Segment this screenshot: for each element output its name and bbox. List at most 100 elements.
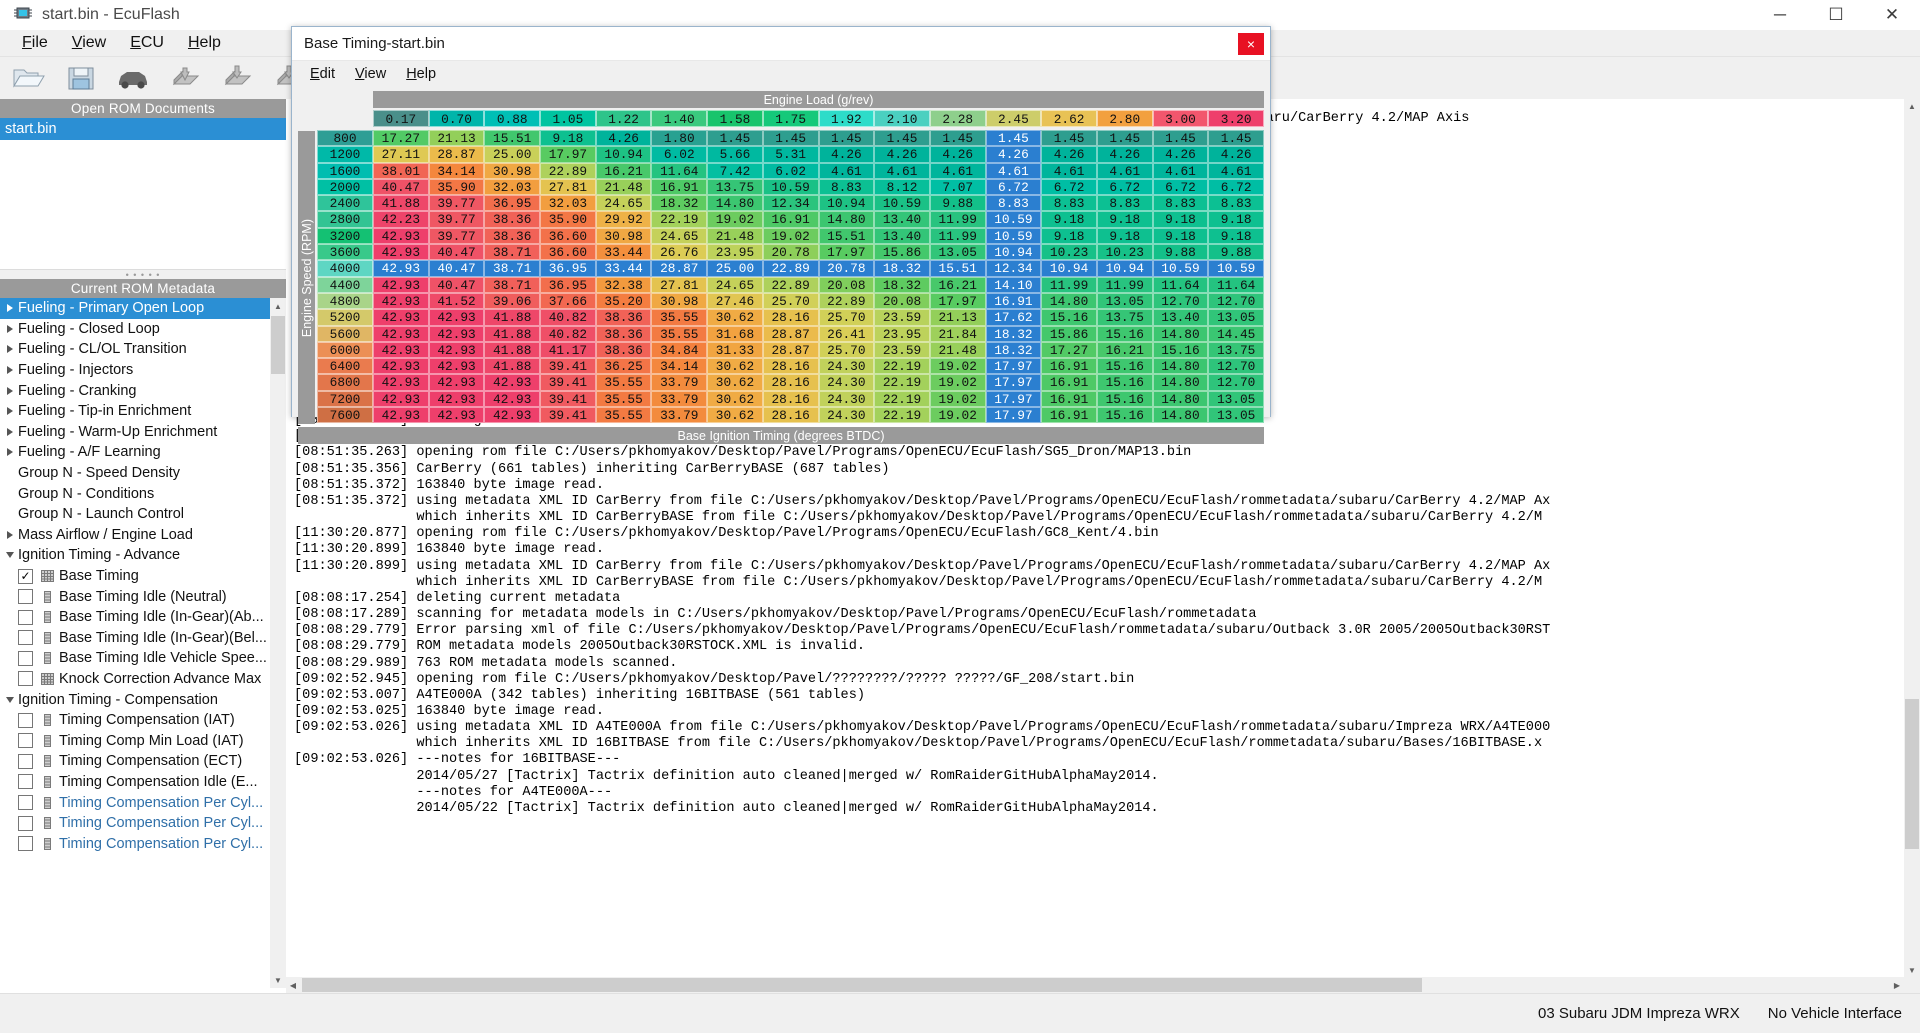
tree-item-checkbox[interactable] bbox=[18, 753, 33, 769]
table-cell[interactable]: 10.94 bbox=[985, 244, 1042, 261]
table-cell[interactable]: 13.75 bbox=[1208, 341, 1264, 359]
table-cell[interactable]: 10.94 bbox=[1096, 260, 1153, 277]
tree-item-checkbox[interactable] bbox=[18, 650, 33, 666]
x-axis-tick[interactable]: 2.28 bbox=[929, 110, 986, 127]
tree-item-checkbox[interactable] bbox=[18, 733, 33, 749]
table-row[interactable]: 4000 42.93 40.47 38.71 36.95 33.44 28.87 25.00 2… bbox=[317, 260, 1264, 277]
tree-item-checkbox[interactable] bbox=[18, 712, 33, 728]
table-cell[interactable]: 10.23 bbox=[1096, 244, 1153, 261]
table-cell[interactable]: 7.07 bbox=[929, 178, 986, 196]
table-cell[interactable]: 42.93 bbox=[373, 407, 429, 424]
table-cell[interactable]: 9.18 bbox=[1096, 227, 1153, 245]
table-cell[interactable]: 6.72 bbox=[985, 178, 1042, 196]
tree-item[interactable]: Timing Compensation (ECT) bbox=[0, 751, 270, 772]
table-cell[interactable]: 36.60 bbox=[540, 227, 596, 245]
table-cell[interactable]: 4.26 bbox=[1041, 146, 1097, 163]
chevron-right-icon[interactable] bbox=[2, 366, 18, 375]
table-cell[interactable]: 15.86 bbox=[1041, 325, 1097, 342]
table-cell[interactable]: 29.92 bbox=[595, 211, 652, 228]
table-cell[interactable]: 42.93 bbox=[373, 260, 429, 277]
table-cell[interactable]: 39.41 bbox=[540, 374, 596, 391]
table-cell[interactable]: 13.05 bbox=[1096, 292, 1153, 310]
table-cell[interactable]: 11.99 bbox=[1041, 276, 1097, 293]
table-cell[interactable]: 4.26 bbox=[1208, 146, 1264, 163]
table-cell[interactable]: 10.59 bbox=[1208, 260, 1264, 277]
table-cell[interactable]: 25.70 bbox=[818, 341, 875, 359]
table-cell[interactable]: 38.36 bbox=[595, 309, 652, 326]
table-cell[interactable]: 42.93 bbox=[373, 341, 429, 359]
log-scroll-down-icon[interactable]: ▼ bbox=[1905, 963, 1919, 977]
table-cell[interactable]: 15.16 bbox=[1096, 407, 1153, 424]
table-cell[interactable]: 35.55 bbox=[651, 309, 708, 326]
table-cell[interactable]: 40.82 bbox=[540, 325, 596, 342]
y-axis-tick[interactable]: 1200 bbox=[317, 146, 373, 163]
table-cell[interactable]: 6.02 bbox=[762, 162, 819, 179]
table-cell[interactable]: 19.02 bbox=[929, 407, 986, 424]
table-cell[interactable]: 40.47 bbox=[428, 276, 485, 293]
table-row[interactable]: 6400 42.93 42.93 41.88 39.41 36.25 34.14 30.62 2… bbox=[317, 358, 1264, 375]
table-cell[interactable]: 42.93 bbox=[428, 374, 485, 391]
table-cell[interactable]: 14.80 bbox=[1041, 292, 1097, 310]
table-cell[interactable]: 41.88 bbox=[373, 195, 429, 212]
table-cell[interactable]: 41.17 bbox=[540, 341, 596, 359]
minimize-button[interactable]: ─ bbox=[1752, 0, 1808, 30]
table-cell[interactable]: 24.30 bbox=[818, 390, 875, 408]
table-cell[interactable]: 30.98 bbox=[595, 227, 652, 245]
table-cell[interactable]: 12.34 bbox=[762, 195, 819, 212]
tree-item[interactable]: Ignition Timing - Compensation bbox=[0, 689, 270, 710]
table-cell[interactable]: 33.79 bbox=[651, 374, 708, 391]
table-cell[interactable]: 18.32 bbox=[985, 325, 1042, 342]
table-cell[interactable]: 10.23 bbox=[1041, 244, 1097, 261]
table-cell[interactable]: 28.87 bbox=[762, 325, 819, 342]
table-cell[interactable]: 13.75 bbox=[707, 178, 763, 196]
table-cell[interactable]: 25.00 bbox=[484, 146, 541, 163]
tree-item-checkbox[interactable] bbox=[18, 671, 33, 687]
table-cell[interactable]: 9.18 bbox=[1152, 227, 1209, 245]
maximize-button[interactable]: ☐ bbox=[1808, 0, 1864, 30]
x-axis-tick[interactable]: 2.62 bbox=[1041, 110, 1097, 127]
table-cell[interactable]: 11.99 bbox=[929, 227, 986, 245]
table-cell[interactable]: 38.36 bbox=[595, 325, 652, 342]
table-row[interactable]: 3200 42.93 39.77 38.36 36.60 30.98 24.65 21.48 1… bbox=[317, 227, 1264, 245]
tree-item-checkbox[interactable] bbox=[18, 630, 33, 646]
x-axis-tick[interactable]: 3.00 bbox=[1152, 110, 1209, 127]
table-cell[interactable]: 9.88 bbox=[1152, 244, 1209, 261]
table-cell[interactable]: 31.33 bbox=[707, 341, 763, 359]
table-cell[interactable]: 4.26 bbox=[874, 146, 930, 163]
tree-item[interactable]: Ignition Timing - Advance bbox=[0, 545, 270, 566]
table-cell[interactable]: 23.95 bbox=[707, 244, 763, 261]
table-cell[interactable]: 22.89 bbox=[818, 292, 875, 310]
table-cell[interactable]: 19.02 bbox=[929, 358, 986, 375]
table-cell[interactable]: 34.84 bbox=[651, 341, 708, 359]
tree-item[interactable]: Timing Compensation Per Cyl... bbox=[0, 833, 270, 854]
vehicle-icon[interactable] bbox=[110, 59, 156, 97]
table-cell[interactable]: 30.62 bbox=[707, 358, 763, 375]
x-axis-tick[interactable]: 0.17 bbox=[373, 110, 429, 127]
open-rom-icon[interactable] bbox=[6, 59, 52, 97]
table-cell[interactable]: 33.44 bbox=[595, 244, 652, 261]
table-cell[interactable]: 14.45 bbox=[1208, 325, 1264, 342]
y-axis-tick[interactable]: 4400 bbox=[317, 276, 373, 293]
table-cell[interactable]: 15.51 bbox=[929, 260, 986, 277]
tree-item[interactable]: Group N - Speed Density bbox=[0, 463, 270, 484]
table-cell[interactable]: 20.08 bbox=[818, 276, 875, 293]
table-cell[interactable]: 12.70 bbox=[1152, 292, 1209, 310]
y-axis-tick[interactable]: 2400 bbox=[317, 195, 373, 212]
table-cell[interactable]: 10.59 bbox=[1152, 260, 1209, 277]
table-cell[interactable]: 42.93 bbox=[428, 390, 485, 408]
table-cell[interactable]: 28.87 bbox=[428, 146, 485, 163]
table-row[interactable]: 6000 42.93 42.93 41.88 41.17 38.36 34.84 31.33 2… bbox=[317, 341, 1264, 359]
table-cell[interactable]: 17.27 bbox=[1041, 341, 1097, 359]
table-cell[interactable]: 26.76 bbox=[651, 244, 708, 261]
table-cell[interactable]: 9.18 bbox=[1152, 211, 1209, 228]
chevron-right-icon[interactable] bbox=[2, 324, 18, 333]
table-cell[interactable]: 13.05 bbox=[1208, 309, 1264, 326]
table-row[interactable]: 5200 42.93 42.93 41.88 40.82 38.36 35.55 30.62 2… bbox=[317, 309, 1264, 326]
table-cell[interactable]: 38.01 bbox=[373, 162, 429, 179]
table-cell[interactable]: 9.18 bbox=[1208, 211, 1264, 228]
table-cell[interactable]: 9.18 bbox=[1041, 211, 1097, 228]
table-cell[interactable]: 32.03 bbox=[540, 195, 596, 212]
table-cell[interactable]: 14.80 bbox=[818, 211, 875, 228]
menu-item-view[interactable]: View bbox=[60, 32, 118, 54]
table-cell[interactable]: 28.87 bbox=[762, 341, 819, 359]
